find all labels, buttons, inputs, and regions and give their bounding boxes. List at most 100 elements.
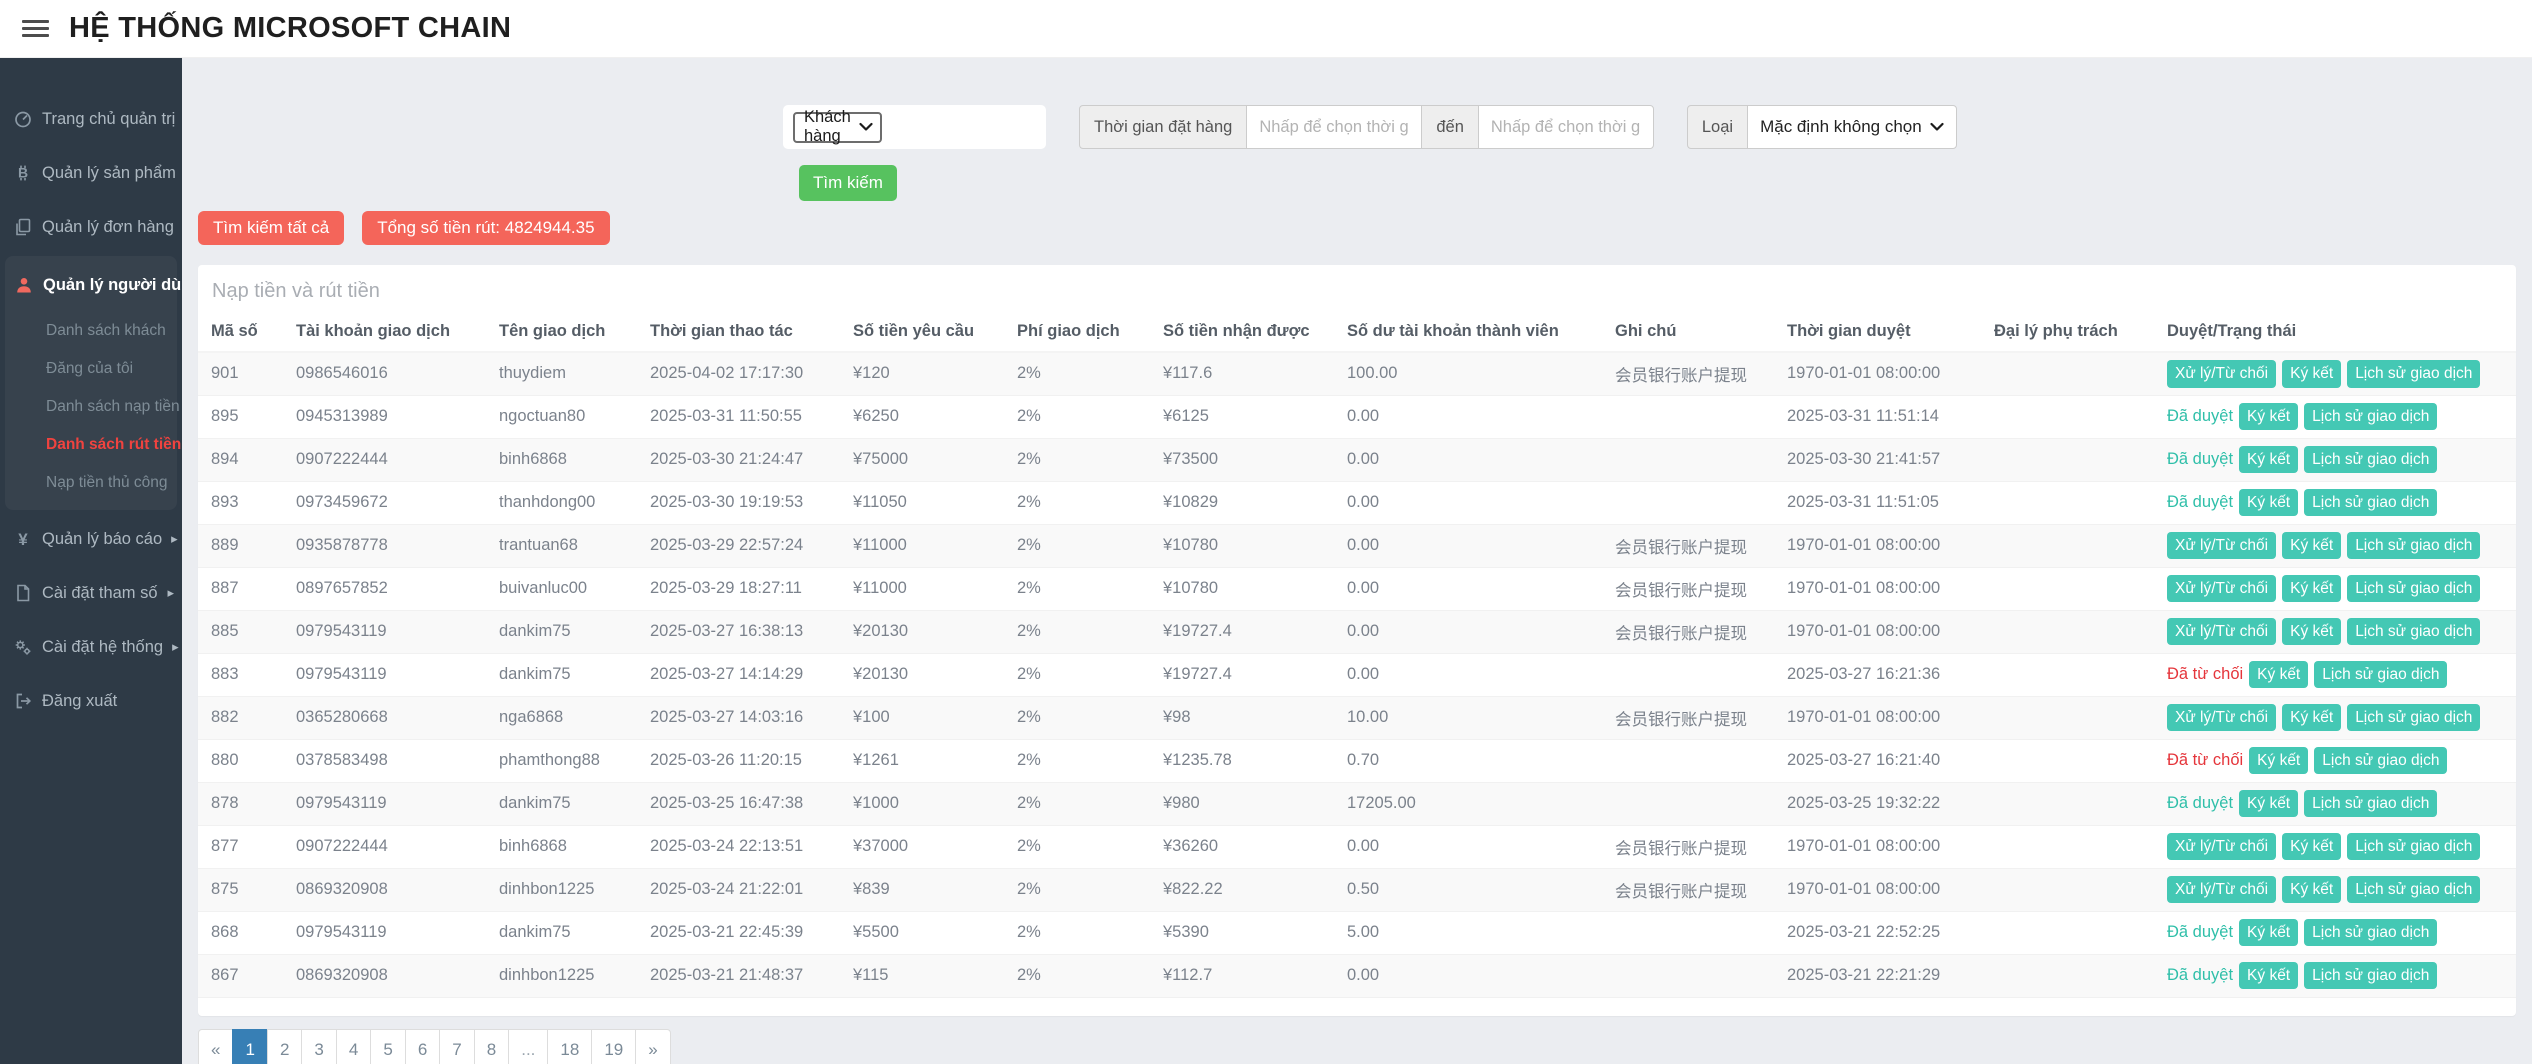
sign-button[interactable]: Ký kết	[2282, 575, 2341, 603]
sidebar-item-2[interactable]: Quản lý đơn hàng▸	[0, 200, 182, 254]
main-content: Khách hàng Thời gian đặt hàng đến Loại M…	[182, 58, 2532, 1064]
sign-button[interactable]: Ký kết	[2249, 747, 2308, 775]
sidebar-item-label: Trang chủ quản trị	[42, 110, 175, 129]
transaction-history-button[interactable]: Lịch sử giao dịch	[2347, 618, 2480, 646]
hamburger-icon[interactable]	[22, 16, 49, 41]
process-reject-button[interactable]: Xử lý/Từ chối	[2167, 704, 2276, 732]
sign-button[interactable]: Ký kết	[2282, 532, 2341, 560]
sidebar-item-0[interactable]: Trang chủ quản trị	[0, 92, 182, 146]
transaction-history-button[interactable]: Lịch sử giao dịch	[2347, 704, 2480, 732]
date-to-input[interactable]	[1478, 105, 1654, 149]
file-icon	[13, 583, 33, 603]
cell-time: 2025-03-21 22:45:39	[642, 911, 845, 954]
cell-note: 会员银行账户提现	[1607, 696, 1779, 739]
date-range-group: Thời gian đặt hàng đến	[1079, 105, 1654, 149]
sidebar-subitem[interactable]: Danh sách rút tiền	[5, 426, 177, 464]
top-header: HỆ THỐNG MICROSOFT CHAIN	[0, 0, 2532, 58]
transaction-history-button[interactable]: Lịch sử giao dịch	[2347, 833, 2480, 861]
search-all-button[interactable]: Tìm kiếm tất cả	[198, 211, 344, 245]
transaction-history-button[interactable]: Lịch sử giao dịch	[2314, 661, 2447, 689]
sign-button[interactable]: Ký kết	[2282, 833, 2341, 861]
transaction-history-button[interactable]: Lịch sử giao dịch	[2304, 962, 2437, 990]
sidebar-item-3[interactable]: Quản lý người dùng▸	[5, 258, 177, 312]
page-1[interactable]: 1	[232, 1029, 267, 1064]
sign-button[interactable]: Ký kết	[2282, 876, 2341, 904]
cell-fee: 2%	[1009, 438, 1155, 481]
page-prev[interactable]: «	[198, 1029, 233, 1064]
page-8[interactable]: 8	[474, 1029, 509, 1064]
sidebar-subitem[interactable]: Danh sách nạp tiền	[5, 388, 177, 426]
page-18[interactable]: 18	[547, 1029, 592, 1064]
total-withdraw-button[interactable]: Tổng số tiền rút: 4824944.35	[362, 211, 609, 245]
transaction-history-button[interactable]: Lịch sử giao dịch	[2347, 360, 2480, 388]
cell-account: 0897657852	[288, 567, 491, 610]
cell-name: thanhdong00	[491, 481, 642, 524]
transaction-history-button[interactable]: Lịch sử giao dịch	[2304, 446, 2437, 474]
chevron-down-icon	[859, 122, 873, 132]
transaction-history-button[interactable]: Lịch sử giao dịch	[2314, 747, 2447, 775]
cell-received: ¥19727.4	[1155, 610, 1339, 653]
column-header: Duyệt/Trạng thái	[2159, 316, 2516, 352]
process-reject-button[interactable]: Xử lý/Từ chối	[2167, 532, 2276, 560]
process-reject-button[interactable]: Xử lý/Từ chối	[2167, 360, 2276, 388]
sign-button[interactable]: Ký kết	[2239, 919, 2298, 947]
transaction-history-button[interactable]: Lịch sử giao dịch	[2347, 532, 2480, 560]
sidebar-item-label: Cài đặt hệ thống	[42, 638, 163, 657]
sign-button[interactable]: Ký kết	[2282, 704, 2341, 732]
sidebar-item-6[interactable]: Cài đặt hệ thống▸	[0, 620, 182, 674]
sign-button[interactable]: Ký kết	[2239, 962, 2298, 990]
sign-button[interactable]: Ký kết	[2249, 661, 2308, 689]
sidebar-subitem[interactable]: Danh sách khách	[5, 312, 177, 350]
page-4[interactable]: 4	[336, 1029, 371, 1064]
transaction-history-button[interactable]: Lịch sử giao dịch	[2304, 403, 2437, 431]
transaction-history-button[interactable]: Lịch sử giao dịch	[2347, 575, 2480, 603]
page-5[interactable]: 5	[370, 1029, 405, 1064]
transaction-history-button[interactable]: Lịch sử giao dịch	[2347, 876, 2480, 904]
page-next[interactable]: »	[635, 1029, 670, 1064]
cell-fee: 2%	[1009, 868, 1155, 911]
sidebar: Trang chủ quản trịBQuản lý sản phẩm▸Quản…	[0, 58, 182, 1064]
type-filter-select[interactable]: Mặc định không chọn	[1747, 105, 1957, 149]
process-reject-button[interactable]: Xử lý/Từ chối	[2167, 876, 2276, 904]
summary-row: Tìm kiếm tất cả Tổng số tiền rút: 482494…	[198, 211, 2516, 245]
sidebar-item-1[interactable]: BQuản lý sản phẩm▸	[0, 146, 182, 200]
cell-name: dinhbon1225	[491, 954, 642, 997]
cell-name: binh6868	[491, 438, 642, 481]
sidebar-subitem[interactable]: Nạp tiền thủ công	[5, 464, 177, 502]
sidebar-subitem[interactable]: Đăng của tôi	[5, 350, 177, 388]
sign-button[interactable]: Ký kết	[2282, 360, 2341, 388]
search-button[interactable]: Tìm kiếm	[799, 165, 897, 201]
page-19[interactable]: 19	[591, 1029, 636, 1064]
cell-time: 2025-03-27 14:03:16	[642, 696, 845, 739]
sign-button[interactable]: Ký kết	[2239, 489, 2298, 517]
page-6[interactable]: 6	[405, 1029, 440, 1064]
cell-name: trantuan68	[491, 524, 642, 567]
transaction-history-button[interactable]: Lịch sử giao dịch	[2304, 790, 2437, 818]
cell-amount: ¥5500	[845, 911, 1009, 954]
page-7[interactable]: 7	[439, 1029, 474, 1064]
sidebar-item-7[interactable]: Đăng xuất	[0, 674, 182, 728]
sidebar-item-5[interactable]: Cài đặt tham số▸	[0, 566, 182, 620]
column-header: Số tiền nhận được	[1155, 316, 1339, 352]
sign-button[interactable]: Ký kết	[2239, 446, 2298, 474]
status-badge: Đã từ chối	[2167, 665, 2243, 683]
date-from-input[interactable]	[1246, 105, 1422, 149]
sign-button[interactable]: Ký kết	[2239, 403, 2298, 431]
cell-received: ¥19727.4	[1155, 653, 1339, 696]
sidebar-item-4[interactable]: ¥Quản lý báo cáo▸	[0, 512, 182, 566]
transaction-history-button[interactable]: Lịch sử giao dịch	[2304, 489, 2437, 517]
search-type-group: Khách hàng	[783, 105, 1046, 149]
sign-button[interactable]: Ký kết	[2239, 790, 2298, 818]
search-type-select[interactable]: Khách hàng	[793, 112, 882, 143]
cell-agent	[1986, 567, 2159, 610]
page-3[interactable]: 3	[301, 1029, 336, 1064]
process-reject-button[interactable]: Xử lý/Từ chối	[2167, 618, 2276, 646]
sign-button[interactable]: Ký kết	[2282, 618, 2341, 646]
cell-approve-time: 1970-01-01 08:00:00	[1779, 524, 1986, 567]
process-reject-button[interactable]: Xử lý/Từ chối	[2167, 833, 2276, 861]
type-filter-selected: Mặc định không chọn	[1760, 117, 1922, 137]
page-2[interactable]: 2	[267, 1029, 302, 1064]
cell-account: 0907222444	[288, 438, 491, 481]
transaction-history-button[interactable]: Lịch sử giao dịch	[2304, 919, 2437, 947]
process-reject-button[interactable]: Xử lý/Từ chối	[2167, 575, 2276, 603]
